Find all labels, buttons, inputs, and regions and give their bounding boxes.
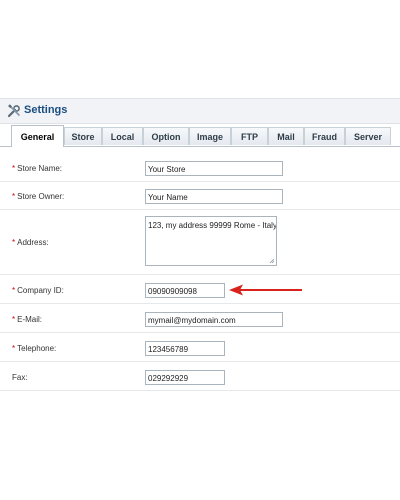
address-label: * Address: xyxy=(12,238,49,247)
tab-label: Mail xyxy=(277,132,295,142)
tab-label: Fraud xyxy=(311,132,337,142)
company-id-input[interactable]: 09090909098 xyxy=(145,283,225,298)
tab-general[interactable]: General xyxy=(11,125,64,147)
field-label-text: Company ID: xyxy=(17,286,64,295)
fax-input[interactable]: 029292929 xyxy=(145,370,225,385)
address-text: 123, my address 99999 Rome - Italy xyxy=(148,221,277,230)
tab-local[interactable]: Local xyxy=(102,127,143,145)
field-label-text: Telephone: xyxy=(17,344,57,353)
tab-server[interactable]: Server xyxy=(345,127,391,145)
tab-image[interactable]: Image xyxy=(189,127,231,145)
store-name-input[interactable]: Your Store xyxy=(145,161,283,176)
tab-label: Option xyxy=(151,132,181,142)
tab-label: Server xyxy=(353,132,383,142)
telephone-label: * Telephone: xyxy=(12,344,56,353)
store-owner-input[interactable]: Your Name xyxy=(145,189,283,204)
annotation-arrow-icon xyxy=(229,284,302,296)
company-id-label: * Company ID: xyxy=(12,286,64,295)
required-mark: * xyxy=(12,315,16,324)
tab-option[interactable]: Option xyxy=(143,127,189,145)
field-label-text: Address: xyxy=(17,238,49,247)
form-row-email: * E-Mail: mymail@mydomain.com xyxy=(0,304,400,333)
tab-label: General xyxy=(20,132,55,142)
form-row-store-name: * Store Name: Your Store xyxy=(0,153,400,182)
form-row-address: * Address: 123, my address 99999 Rome - I… xyxy=(0,210,400,275)
tab-fraud[interactable]: Fraud xyxy=(304,127,345,145)
email-label: * E-Mail: xyxy=(12,315,42,324)
field-label-text: Fax: xyxy=(12,373,28,382)
tab-label: Local xyxy=(110,132,135,142)
form-row-store-owner: * Store Owner: Your Name xyxy=(0,182,400,210)
required-mark: * xyxy=(12,286,16,295)
address-textarea[interactable]: 123, my address 99999 Rome - Italy xyxy=(145,216,277,266)
tab-label: Image xyxy=(196,132,223,142)
email-input[interactable]: mymail@mydomain.com xyxy=(145,312,283,327)
page-title: Settings xyxy=(24,104,68,116)
settings-tabs: General Store Local Option Image FTP Mai… xyxy=(0,124,400,147)
fax-label: Fax: xyxy=(12,373,28,382)
form-row-telephone: * Telephone: 123456789 xyxy=(0,333,400,362)
field-label-text: Store Owner: xyxy=(17,192,65,201)
required-mark: * xyxy=(12,344,16,353)
required-mark: * xyxy=(12,164,16,173)
store-name-label: * Store Name: xyxy=(12,164,62,173)
field-label-text: E-Mail: xyxy=(17,315,43,324)
store-owner-label: * Store Owner: xyxy=(12,192,64,201)
tab-mail[interactable]: Mail xyxy=(268,127,304,145)
resize-grip-icon[interactable] xyxy=(269,258,275,264)
telephone-input[interactable]: 123456789 xyxy=(145,341,225,356)
tools-icon xyxy=(7,104,20,118)
tab-label: FTP xyxy=(241,132,258,142)
tab-store[interactable]: Store xyxy=(64,127,102,145)
field-label-text: Store Name: xyxy=(17,164,63,173)
required-mark: * xyxy=(12,192,16,201)
required-mark: * xyxy=(12,238,16,247)
form-row-company-id: * Company ID: 09090909098 xyxy=(0,275,400,304)
tab-ftp[interactable]: FTP xyxy=(231,127,268,145)
panel-header: Settings xyxy=(0,99,400,124)
tab-label: Store xyxy=(71,132,95,142)
form-row-fax: Fax: 029292929 xyxy=(0,362,400,391)
